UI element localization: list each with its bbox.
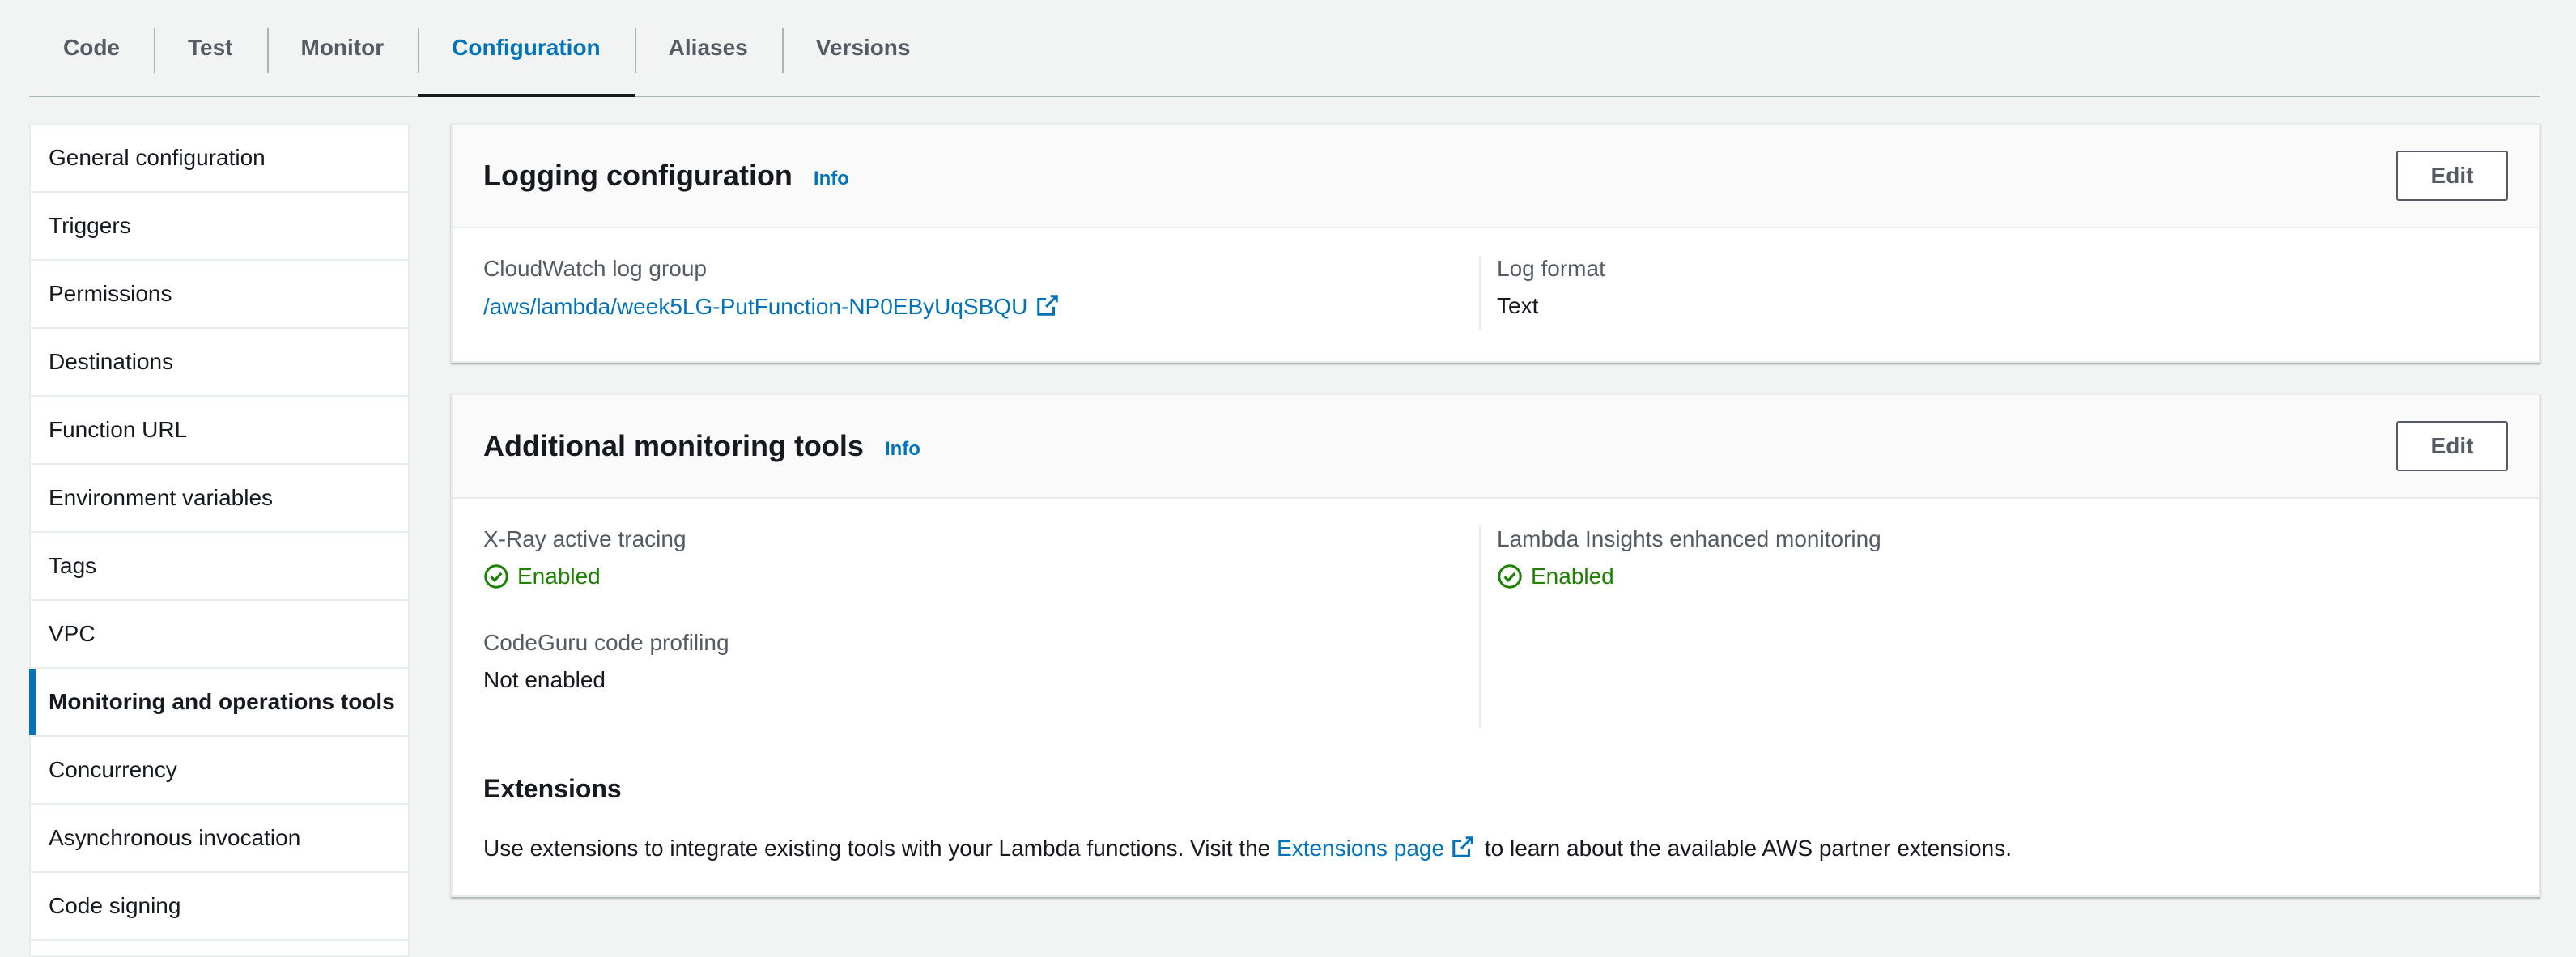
extensions-page-link[interactable]: Extensions page <box>1277 836 1444 861</box>
monitoring-panel-header: Additional monitoring tools Info Edit <box>453 395 2539 499</box>
tab-configuration[interactable]: Configuration <box>418 0 635 97</box>
tab-aliases[interactable]: Aliases <box>634 0 782 96</box>
sidebar-item-asynchronous-invocation[interactable]: Asynchronous invocation <box>31 805 408 873</box>
insights-status: Enabled <box>1497 564 2508 589</box>
status-success-icon <box>484 564 508 589</box>
status-success-icon <box>1498 564 1522 589</box>
log-format-value: Text <box>1497 293 1539 318</box>
sidebar-item-code-signing[interactable]: Code signing <box>31 873 408 941</box>
xray-value: Enabled <box>517 564 601 589</box>
monitoring-info-link[interactable]: Info <box>885 438 920 461</box>
codeguru-value: Not enabled <box>483 667 606 692</box>
sidebar-item-permissions[interactable]: Permissions <box>31 261 408 329</box>
external-link-icon[interactable] <box>1035 293 1060 323</box>
extensions-description: Use extensions to integrate existing too… <box>483 835 2508 865</box>
sidebar-item-triggers[interactable]: Triggers <box>31 193 408 261</box>
sidebar-item-environment-variables[interactable]: Environment variables <box>31 465 408 533</box>
monitoring-right-column: Lambda Insights enhanced monitoring Enab… <box>1481 526 2539 729</box>
sidebar-item-general-configuration[interactable]: General configuration <box>31 125 408 193</box>
sidebar-item-destinations[interactable]: Destinations <box>31 329 408 397</box>
xray-status: Enabled <box>483 564 1448 589</box>
sidebar-item-vpc[interactable]: VPC <box>31 601 408 669</box>
tab-versions[interactable]: Versions <box>781 0 945 96</box>
monitoring-left-column: X-Ray active tracing Enabled CodeGuru co… <box>453 526 1481 729</box>
sidebar-item-function-url[interactable]: Function URL <box>31 397 408 465</box>
logging-info-link[interactable]: Info <box>814 168 849 190</box>
log-format-label: Log format <box>1497 256 1605 281</box>
configuration-sidebar: General configuration Triggers Permissio… <box>29 123 410 957</box>
extensions-text-before: Use extensions to integrate existing too… <box>483 835 1271 861</box>
log-group-field: CloudWatch log group /aws/lambda/week5LG… <box>453 256 1481 330</box>
monitoring-edit-button[interactable]: Edit <box>2396 421 2508 471</box>
monitoring-panel-title: Additional monitoring tools <box>483 429 864 462</box>
monitoring-fields: X-Ray active tracing Enabled CodeGuru co… <box>453 499 2539 729</box>
tab-bar: Code Test Monitor Configuration Aliases … <box>29 0 2540 97</box>
tab-monitor[interactable]: Monitor <box>266 0 419 96</box>
xray-label: X-Ray active tracing <box>483 526 687 551</box>
external-link-icon[interactable] <box>1451 835 1475 865</box>
sidebar-item-concurrency[interactable]: Concurrency <box>31 737 408 805</box>
log-group-link[interactable]: /aws/lambda/week5LG-PutFunction-NP0EByUq… <box>483 294 1027 319</box>
sidebar-item-tags[interactable]: Tags <box>31 533 408 601</box>
codeguru-label: CodeGuru code profiling <box>483 630 729 655</box>
log-group-label: CloudWatch log group <box>483 256 708 281</box>
log-format-field: Log format Text <box>1481 256 2539 361</box>
log-group-value: /aws/lambda/week5LG-PutFunction-NP0EByUq… <box>483 293 1448 323</box>
logging-panel-title: Logging configuration <box>483 159 793 192</box>
additional-monitoring-tools-panel: Additional monitoring tools Info Edit X-… <box>451 393 2540 897</box>
extensions-title: Extensions <box>483 774 622 803</box>
sidebar-item-monitoring-and-operations-tools[interactable]: Monitoring and operations tools <box>29 669 408 737</box>
extensions-text-after: to learn about the available AWS partner… <box>1484 835 2012 861</box>
extensions-section: Extensions Use extensions to integrate e… <box>453 729 2539 865</box>
insights-label: Lambda Insights enhanced monitoring <box>1497 526 1881 551</box>
logging-panel-header: Logging configuration Info Edit <box>453 125 2539 228</box>
insights-value: Enabled <box>1531 564 1614 589</box>
logging-edit-button[interactable]: Edit <box>2396 151 2508 201</box>
tab-code[interactable]: Code <box>29 0 154 96</box>
tab-test[interactable]: Test <box>154 0 267 96</box>
logging-configuration-panel: Logging configuration Info Edit CloudWat… <box>451 123 2540 363</box>
logging-fields: CloudWatch log group /aws/lambda/week5LG… <box>453 228 2539 361</box>
